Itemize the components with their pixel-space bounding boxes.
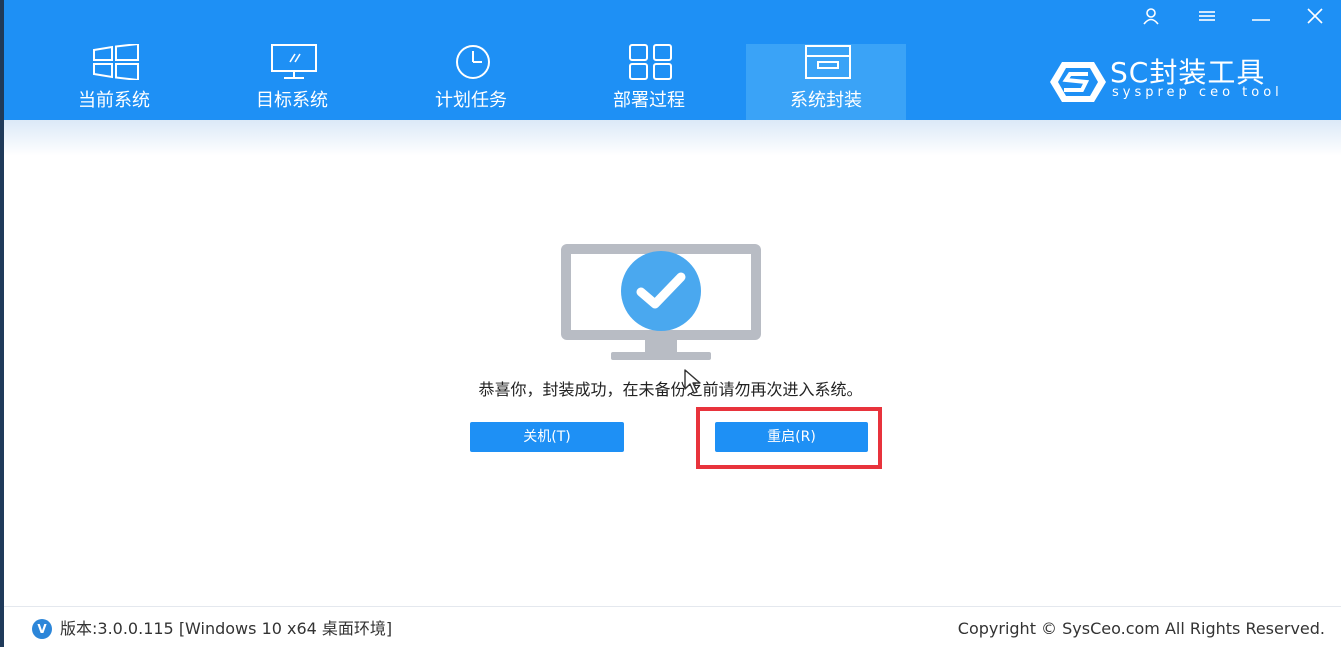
sc-logo-icon <box>1050 62 1106 102</box>
tab-current-system[interactable]: 当前系统 <box>34 42 194 120</box>
user-icon[interactable] <box>1140 6 1162 26</box>
menu-icon[interactable] <box>1196 6 1218 26</box>
tab-deployment-process[interactable]: 部署过程 <box>569 44 729 120</box>
highlight-box <box>696 407 882 469</box>
copyright-text: Copyright © SysCeo.com All Rights Reserv… <box>957 619 1325 638</box>
tab-label: 目标系统 <box>256 90 328 111</box>
brand-logo: SC封装工具 sysprep ceo tool <box>1048 58 1318 108</box>
tab-system-sealing[interactable]: 系统封装 <box>746 44 906 120</box>
success-monitor-illustration <box>561 244 761 362</box>
archive-box-icon <box>804 44 852 80</box>
version-text: 版本:3.0.0.115 [Windows 10 x64 桌面环境] <box>60 619 393 638</box>
clock-icon <box>449 44 497 80</box>
tab-target-system[interactable]: 目标系统 <box>212 44 372 120</box>
tab-label: 计划任务 <box>435 90 507 111</box>
tab-label: 系统封装 <box>790 90 862 111</box>
minimize-icon[interactable] <box>1250 6 1272 26</box>
monitor-icon <box>270 44 318 80</box>
apps-grid-icon <box>627 44 675 80</box>
header-shadow <box>4 120 1341 156</box>
check-circle-icon <box>621 251 701 331</box>
version-info: V 版本:3.0.0.115 [Windows 10 x64 桌面环境] <box>32 619 392 639</box>
windows-grid-icon <box>92 42 140 82</box>
top-navigation-bar: 当前系统 目标系统 计划任务 部署过程 系统封装 SC封装工具 sysprep … <box>4 0 1341 120</box>
success-message: 恭喜你，封装成功，在未备份之前请勿再次进入系统。 <box>478 380 863 399</box>
tab-label: 部署过程 <box>613 90 685 111</box>
tab-scheduled-tasks[interactable]: 计划任务 <box>391 44 551 120</box>
tab-label: 当前系统 <box>78 90 150 111</box>
mouse-cursor-icon <box>684 369 704 395</box>
version-badge-icon: V <box>32 619 52 639</box>
app-window: 当前系统 目标系统 计划任务 部署过程 系统封装 SC封装工具 sysprep … <box>0 0 1341 647</box>
shutdown-button[interactable]: 关机(T) <box>470 422 624 452</box>
brand-subtitle: sysprep ceo tool <box>1112 85 1283 100</box>
footer-divider <box>4 606 1341 607</box>
close-icon[interactable] <box>1304 6 1326 26</box>
brand-title: SC封装工具 <box>1110 56 1266 89</box>
